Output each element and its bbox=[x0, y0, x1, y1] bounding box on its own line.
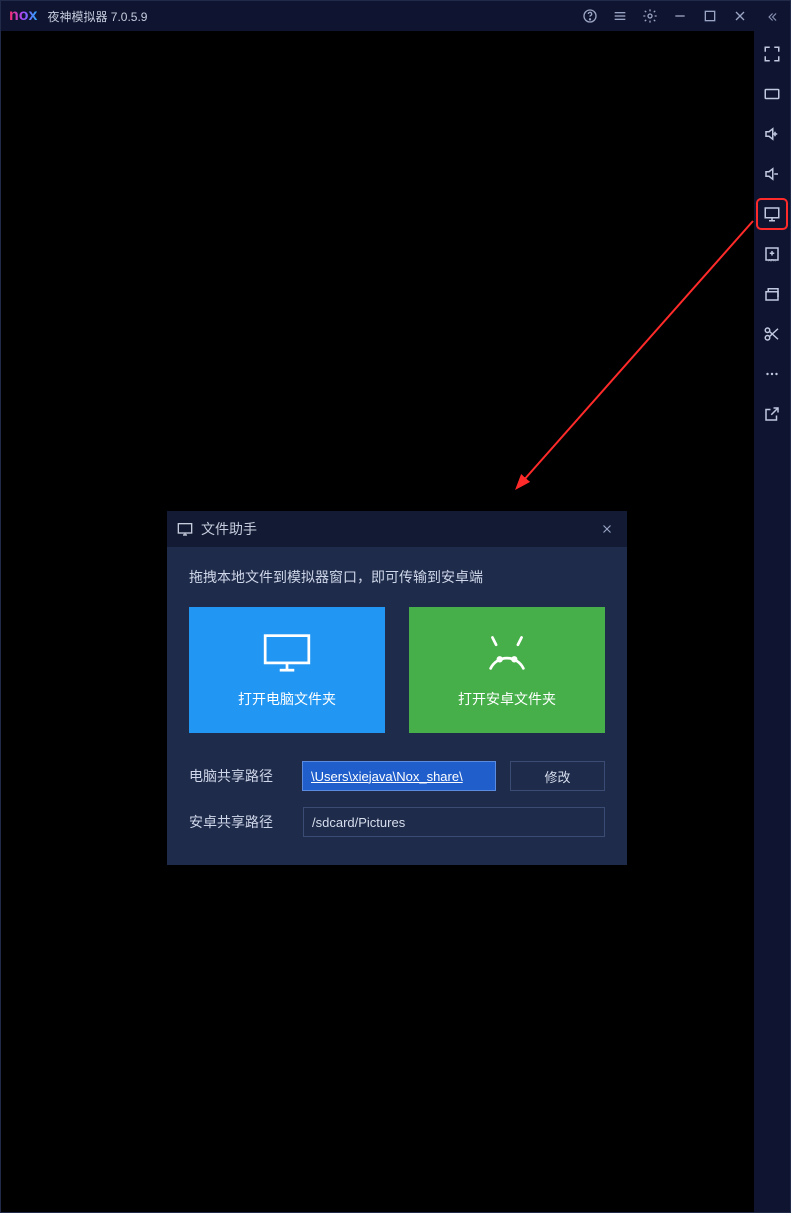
emulator-screen[interactable]: 文件助手 拖拽本地文件到模拟器窗口，即可传输到安卓端 打开电脑文件夹 bbox=[1, 31, 754, 1212]
multi-instance-icon[interactable] bbox=[759, 281, 785, 307]
monitor-icon bbox=[259, 632, 315, 675]
dialog-body: 拖拽本地文件到模拟器窗口，即可传输到安卓端 打开电脑文件夹 bbox=[167, 547, 627, 865]
pc-path-row: 电脑共享路径 修改 bbox=[189, 761, 605, 791]
fullscreen-icon[interactable] bbox=[759, 41, 785, 67]
scissors-icon[interactable] bbox=[759, 321, 785, 347]
title-bar-actions bbox=[582, 8, 748, 24]
help-icon[interactable] bbox=[582, 8, 598, 24]
open-pc-folder-label: 打开电脑文件夹 bbox=[238, 689, 336, 709]
dialog-title-bar: 文件助手 bbox=[167, 511, 627, 547]
file-helper-dialog: 文件助手 拖拽本地文件到模拟器窗口，即可传输到安卓端 打开电脑文件夹 bbox=[167, 511, 627, 865]
android-path-row: 安卓共享路径 bbox=[189, 807, 605, 837]
gear-icon[interactable] bbox=[642, 8, 658, 24]
keyboard-mapping-icon[interactable] bbox=[759, 81, 785, 107]
main-area: nox 夜神模拟器 7.0.5.9 bbox=[1, 1, 754, 1212]
menu-icon[interactable] bbox=[612, 8, 628, 24]
android-path-input[interactable] bbox=[303, 807, 605, 837]
close-icon[interactable] bbox=[732, 8, 748, 24]
dialog-hint: 拖拽本地文件到模拟器窗口，即可传输到安卓端 bbox=[189, 567, 605, 587]
volume-up-icon[interactable] bbox=[759, 121, 785, 147]
folder-buttons: 打开电脑文件夹 打开安卓文件夹 bbox=[189, 607, 605, 733]
volume-down-icon[interactable] bbox=[759, 161, 785, 187]
open-android-folder-button[interactable]: 打开安卓文件夹 bbox=[409, 607, 605, 733]
open-pc-folder-button[interactable]: 打开电脑文件夹 bbox=[189, 607, 385, 733]
pc-path-input[interactable] bbox=[302, 761, 496, 791]
dialog-close-icon[interactable] bbox=[597, 519, 617, 539]
app-title: 夜神模拟器 7.0.5.9 bbox=[47, 8, 582, 25]
app-window: nox 夜神模拟器 7.0.5.9 bbox=[0, 0, 791, 1213]
android-icon bbox=[479, 632, 535, 675]
install-apk-icon[interactable]: APK bbox=[759, 241, 785, 267]
open-android-folder-label: 打开安卓文件夹 bbox=[458, 689, 556, 709]
pc-path-label: 电脑共享路径 bbox=[189, 766, 288, 786]
minimize-icon[interactable] bbox=[672, 8, 688, 24]
file-transfer-icon[interactable] bbox=[759, 201, 785, 227]
edit-path-button[interactable]: 修改 bbox=[510, 761, 605, 791]
collapse-sidebar-icon[interactable] bbox=[754, 7, 790, 27]
logo: nox bbox=[9, 7, 37, 25]
android-path-label: 安卓共享路径 bbox=[189, 812, 289, 832]
file-helper-icon bbox=[177, 522, 193, 536]
side-toolbar: APK bbox=[754, 1, 790, 1212]
open-external-icon[interactable] bbox=[759, 401, 785, 427]
title-bar: nox 夜神模拟器 7.0.5.9 bbox=[1, 1, 754, 31]
more-icon[interactable] bbox=[759, 361, 785, 387]
svg-text:APK: APK bbox=[768, 259, 776, 263]
dialog-title: 文件助手 bbox=[201, 519, 597, 539]
maximize-icon[interactable] bbox=[702, 8, 718, 24]
